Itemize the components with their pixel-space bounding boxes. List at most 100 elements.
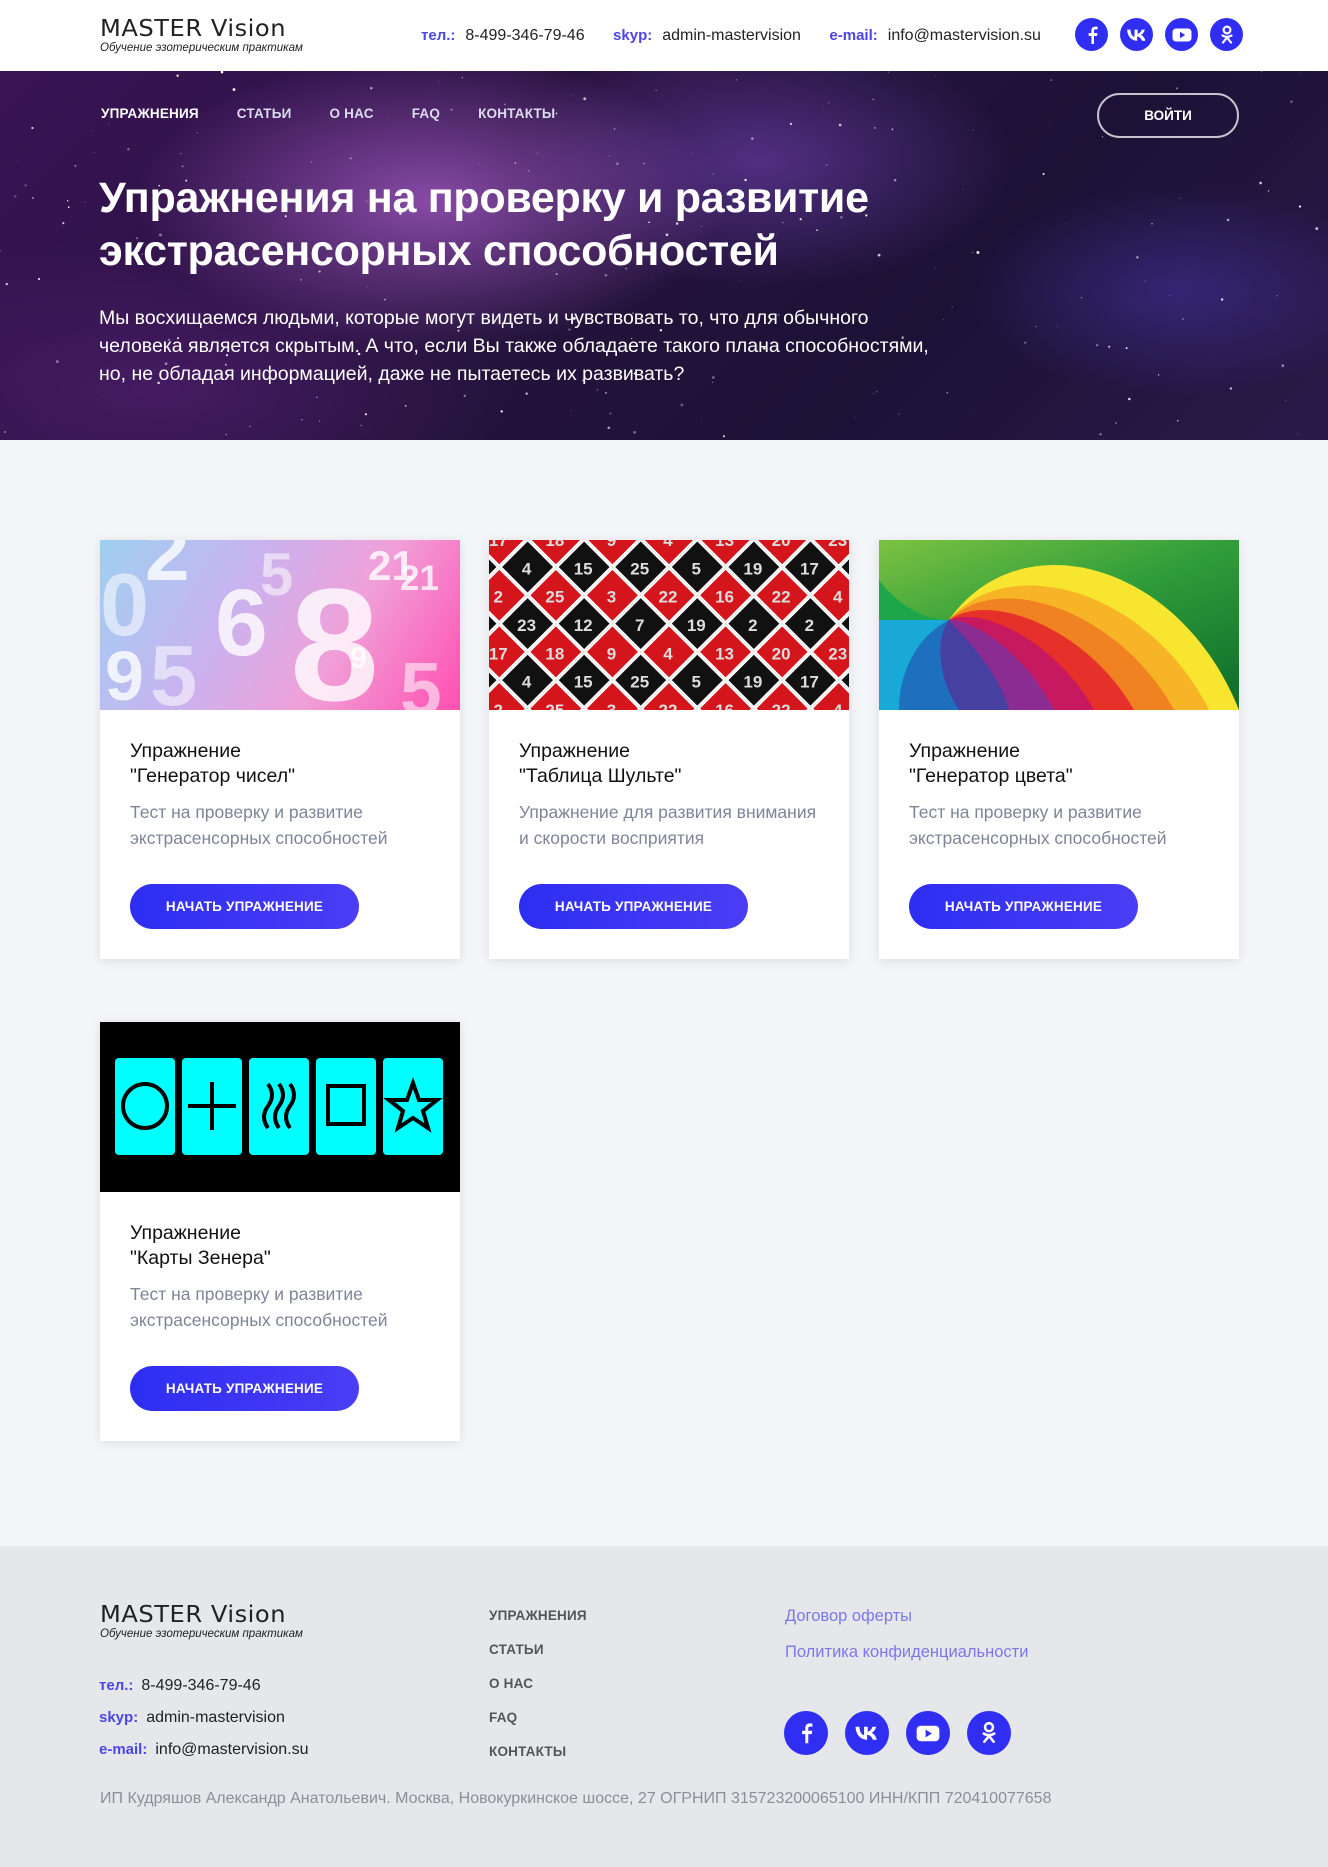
card-description: Упражнение для развития внимания и скоро… [519, 802, 817, 848]
nav-item-contacts[interactable]: КОНТАКТЫ [478, 106, 555, 121]
schulte-number: 16 [715, 588, 734, 607]
schulte-number: 22 [772, 701, 791, 710]
schulte-number: 18 [545, 644, 564, 663]
phone-value[interactable]: 8-499-346-79-46 [141, 1677, 260, 1694]
zener-cards-image [100, 1022, 460, 1192]
youtube-icon[interactable] [1165, 18, 1198, 51]
rainbow-spiral-image [879, 540, 1239, 710]
main-nav: УПРАЖНЕНИЯ СТАТЬИ О НАС FAQ КОНТАКТЫ [101, 106, 555, 121]
footer-logo[interactable]: MASTER Vision Обучение эзотерическим пра… [100, 1603, 303, 1640]
schulte-number: 5 [692, 559, 701, 578]
youtube-icon[interactable] [906, 1711, 950, 1755]
start-exercise-button[interactable]: НАЧАТЬ УПРАЖНЕНИЕ [909, 884, 1138, 929]
decorative-number: 5 [150, 629, 197, 710]
schulte-number: 13 [715, 644, 734, 663]
card-description: Тест на проверку и развитие экстрасенсор… [130, 1284, 388, 1330]
schulte-number: 22 [659, 588, 678, 607]
email-value[interactable]: info@mastervision.su [888, 27, 1041, 44]
login-button[interactable]: ВОЙТИ [1097, 93, 1239, 138]
schulte-number: 23 [828, 540, 847, 550]
vk-icon[interactable] [845, 1711, 889, 1755]
schulte-number: 15 [574, 559, 593, 578]
odnoklassniki-icon[interactable] [1210, 18, 1243, 51]
footer-nav-faq[interactable]: FAQ [489, 1701, 587, 1735]
decorative-number: 21 [400, 559, 439, 598]
schulte-number: 19 [743, 673, 762, 692]
card-title: Упражнение "Таблица Шульте" [519, 739, 681, 789]
schulte-number: 20 [772, 540, 791, 550]
footer-logo-title: MASTER Vision [100, 1602, 287, 1628]
schulte-number: 3 [607, 701, 616, 710]
exercise-card-color-generator[interactable]: Упражнение "Генератор цвета" Тест на пров… [879, 540, 1239, 959]
numbers-image: 0 2 9 5 6 8 5 21 9 5 21 [100, 540, 460, 710]
card-title-line1: Упражнение [130, 1222, 241, 1244]
decorative-number: 9 [350, 642, 367, 675]
schulte-number: 13 [715, 540, 734, 550]
start-exercise-button[interactable]: НАЧАТЬ УПРАЖНЕНИЕ [130, 884, 359, 929]
schulte-number: 23 [828, 644, 847, 663]
schulte-number: 5 [692, 673, 701, 692]
footer-nav-about[interactable]: О НАС [489, 1667, 587, 1701]
decorative-number: 9 [105, 637, 144, 710]
schulte-number: 17 [489, 644, 508, 663]
schulte-number: 12 [574, 616, 593, 635]
footer-nav-contacts[interactable]: КОНТАКТЫ [489, 1735, 587, 1769]
card-title-line2: "Карты Зенера" [130, 1247, 271, 1269]
privacy-policy-link[interactable]: Политика конфиденциальности [785, 1634, 1028, 1670]
phone-value[interactable]: 8-499-346-79-46 [465, 27, 584, 44]
start-exercise-button[interactable]: НАЧАТЬ УПРАЖНЕНИЕ [519, 884, 748, 929]
schulte-number: 17 [489, 540, 508, 550]
schulte-number: 15 [574, 673, 593, 692]
hero-banner: УПРАЖНЕНИЯ СТАТЬИ О НАС FAQ КОНТАКТЫ ВОЙ… [0, 71, 1328, 440]
schulte-number: 25 [545, 588, 564, 607]
schulte-number: 4 [522, 559, 532, 578]
nav-item-about[interactable]: О НАС [330, 106, 374, 121]
schulte-number: 17 [800, 673, 819, 692]
email-value[interactable]: info@mastervision.su [155, 1741, 308, 1758]
schulte-number: 3 [607, 588, 616, 607]
odnoklassniki-icon[interactable] [967, 1711, 1011, 1755]
nav-item-articles[interactable]: СТАТЬИ [237, 106, 292, 121]
exercise-card-number-generator[interactable]: 0 2 9 5 6 8 5 21 9 5 21 Упражнение "Генератор чисел… [100, 540, 460, 959]
card-description: Тест на проверку и развитие экстрасенсор… [130, 802, 388, 848]
schulte-number: 19 [743, 559, 762, 578]
logo[interactable]: MASTER Vision Обучение эзотерическим пра… [100, 17, 303, 54]
schulte-table-image: 2219131922223181537451622017425129252219… [489, 540, 849, 710]
nav-item-exercises[interactable]: УПРАЖНЕНИЯ [101, 106, 199, 121]
schulte-number: 16 [715, 701, 734, 710]
schulte-number: 22 [772, 588, 791, 607]
schulte-number: 25 [630, 673, 649, 692]
schulte-number: 25 [630, 559, 649, 578]
schulte-number: 17 [800, 559, 819, 578]
decorative-number: 8 [290, 555, 379, 710]
schulte-number: 9 [607, 644, 616, 663]
facebook-icon[interactable] [784, 1711, 828, 1755]
card-title-line1: Упражнение [909, 740, 1020, 762]
schulte-number: 18 [545, 540, 564, 550]
card-title-line1: Упражнение [130, 740, 241, 762]
email-label: e-mail: [829, 27, 878, 44]
schulte-number: 7 [635, 616, 644, 635]
logo-subtitle: Обучение эзотерическим практикам [100, 42, 303, 54]
skype-label: skyp: [613, 27, 653, 44]
footer-nav: УПРАЖНЕНИЯ СТАТЬИ О НАС FAQ КОНТАКТЫ [489, 1599, 587, 1769]
footer-contacts: тел.: 8-499-346-79-46 skyp: admin-mastervi… [99, 1670, 309, 1766]
footer-nav-articles[interactable]: СТАТЬИ [489, 1633, 587, 1667]
skype-value[interactable]: admin-mastervision [662, 27, 801, 44]
facebook-icon[interactable] [1075, 18, 1108, 51]
exercise-card-zener-cards[interactable]: Упражнение "Карты Зенера" Тест на проверк… [100, 1022, 460, 1441]
exercise-card-schulte-table[interactable]: 2219131922223181537451622017425129252219… [489, 540, 849, 959]
vk-icon[interactable] [1120, 18, 1153, 51]
schulte-number: 20 [772, 644, 791, 663]
decorative-number: 5 [260, 541, 293, 608]
schulte-number: 25 [545, 701, 564, 710]
skype-value[interactable]: admin-mastervision [146, 1709, 285, 1726]
card-title: Упражнение "Карты Зенера" [130, 1221, 271, 1271]
decorative-number: 5 [400, 647, 442, 710]
offer-agreement-link[interactable]: Договор оферты [785, 1598, 1028, 1634]
footer-nav-exercises[interactable]: УПРАЖНЕНИЯ [489, 1599, 587, 1633]
schulte-number: 22 [659, 701, 678, 710]
nav-item-faq[interactable]: FAQ [412, 106, 440, 121]
footer-legal-links: Договор оферты Политика конфиденциальнос… [785, 1598, 1028, 1670]
start-exercise-button[interactable]: НАЧАТЬ УПРАЖНЕНИЕ [130, 1366, 359, 1411]
